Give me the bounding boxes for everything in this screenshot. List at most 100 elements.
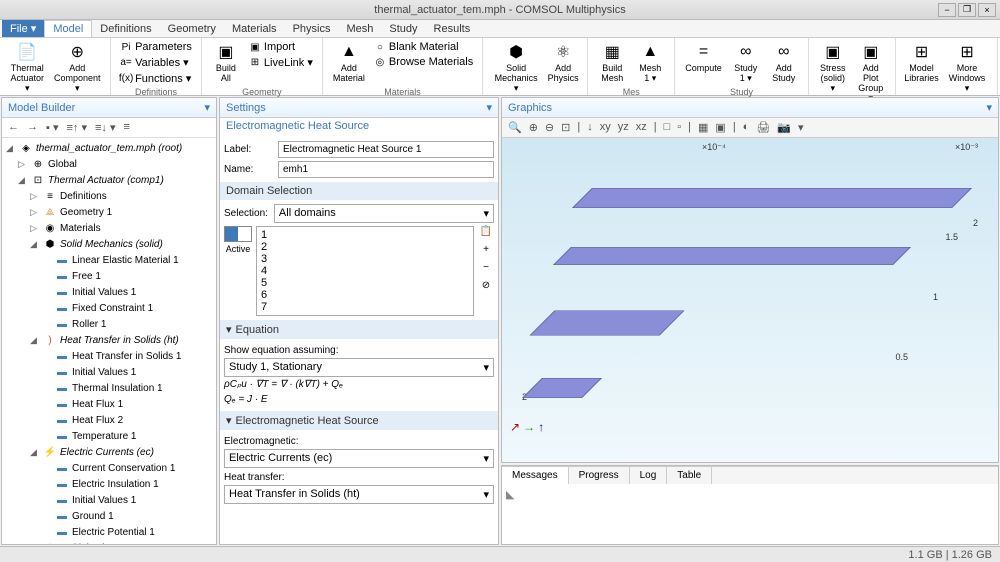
ribbon-compute-button[interactable]: =Compute (681, 40, 726, 76)
paste-icon[interactable]: 📋 (478, 226, 494, 242)
scene-light-icon[interactable]: ◐ (741, 120, 752, 135)
name-input[interactable] (278, 161, 494, 178)
nav-up-icon[interactable]: ▪ ▾ (44, 120, 60, 135)
menu-mesh[interactable]: Mesh (338, 21, 381, 37)
ribbon-add-button[interactable]: ∞AddStudy (766, 40, 802, 86)
ribbon-add-button[interactable]: ⊕AddComponent ▾ (51, 40, 105, 96)
expand-icon[interactable]: ◢ (30, 239, 40, 250)
add-icon[interactable]: + (478, 244, 494, 260)
print-icon[interactable]: 🖨 (754, 120, 772, 135)
domain-item[interactable]: 5 (259, 277, 471, 289)
maximize-button[interactable]: ❐ (958, 3, 976, 17)
ribbon-study-button[interactable]: ∞Study1 ▾ (728, 40, 764, 86)
zoom-in-icon[interactable]: ⊕ (527, 120, 540, 135)
tree-item[interactable]: ▷⊕Global (4, 156, 214, 172)
clipboard-icon[interactable]: ⊘ (478, 280, 494, 296)
tree-item[interactable]: ◢◈thermal_actuator_tem.mph (root) (4, 140, 214, 156)
ribbon-parameters-item[interactable]: PiParameters (117, 40, 195, 54)
active-toggle[interactable] (224, 226, 252, 242)
menu-materials[interactable]: Materials (224, 21, 285, 37)
expand-icon[interactable]: ▷ (30, 207, 40, 218)
tree-item[interactable]: ▬Initial Values 1 (4, 492, 214, 508)
ribbon-build-button[interactable]: ▦BuildMesh (594, 40, 630, 86)
tab-log[interactable]: Log (630, 467, 668, 484)
collapse-icon[interactable]: ≡↓ ▾ (93, 120, 118, 135)
ribbon-mesh-button[interactable]: ▲Mesh1 ▾ (632, 40, 668, 86)
domain-item[interactable]: 3 (259, 253, 471, 265)
wireframe-icon[interactable]: ▣ (713, 120, 727, 135)
label-input[interactable] (278, 141, 494, 158)
em-dropdown[interactable]: Electric Currents (ec)▾ (224, 449, 494, 468)
menu-definitions[interactable]: Definitions (92, 21, 159, 37)
ribbon-add-button[interactable]: ⚛AddPhysics (545, 40, 581, 86)
tree-item[interactable]: ◢⬢Solid Mechanics (solid) (4, 236, 214, 252)
expand-icon[interactable]: ▷ (30, 223, 40, 234)
tree-item[interactable]: ◢⚡Electric Currents (ec) (4, 444, 214, 460)
zoom-icon[interactable]: 🔍 (506, 120, 524, 135)
tree-item[interactable]: ▬Roller 1 (4, 316, 214, 332)
nav-fwd-icon[interactable]: → (25, 120, 40, 135)
messages-content[interactable]: ◣ (502, 484, 998, 532)
tree-item[interactable]: ▬Thermal Insulation 1 (4, 380, 214, 396)
transparency-icon[interactable]: ▦ (696, 120, 710, 135)
tab-progress[interactable]: Progress (569, 467, 630, 484)
ribbon-stress-button[interactable]: ▣Stress(solid) ▾ (815, 40, 851, 96)
view-yz-icon[interactable]: xy (598, 120, 613, 135)
ribbon-livelink-item[interactable]: ⊞LiveLink ▾ (246, 55, 316, 70)
expand-icon[interactable]: ▷ (18, 159, 28, 170)
menu-results[interactable]: Results (426, 21, 479, 37)
eq-assuming-dropdown[interactable]: Study 1, Stationary▾ (224, 358, 494, 377)
domain-selection-header[interactable]: Domain Selection (220, 182, 498, 200)
tree-item[interactable]: ▬Electric Insulation 1 (4, 476, 214, 492)
ribbon-solid-button[interactable]: ⬢SolidMechanics ▾ (489, 40, 543, 96)
menu-physics[interactable]: Physics (285, 21, 339, 37)
zoom-out-icon[interactable]: ⊖ (543, 120, 556, 135)
domain-item[interactable]: 1 (259, 229, 471, 241)
expand-icon[interactable]: ◢ (30, 335, 40, 346)
tree-item[interactable]: ▬Heat Flux 2 (4, 412, 214, 428)
tree-item[interactable]: ▬Heat Transfer in Solids 1 (4, 348, 214, 364)
ribbon-browse-item[interactable]: ◎Browse Materials (371, 55, 476, 69)
tree-item[interactable]: ▬Temperature 1 (4, 428, 214, 444)
view-xz-icon[interactable]: yz (616, 120, 631, 135)
tree-item[interactable]: ◢⚛Multiphysics (4, 540, 214, 544)
nav-back-icon[interactable]: ← (6, 120, 21, 135)
domain-item[interactable]: 6 (259, 289, 471, 301)
domain-item[interactable]: 7 (259, 301, 471, 313)
tab-messages[interactable]: Messages (502, 467, 569, 484)
domain-list[interactable]: 1234567 (256, 226, 474, 316)
menu-file[interactable]: File ▾ (2, 20, 44, 37)
emhs-header[interactable]: ▾ Electromagnetic Heat Source (220, 411, 498, 430)
tree-item[interactable]: ▬Initial Values 1 (4, 364, 214, 380)
ribbon-model-button[interactable]: ⊞ModelLibraries (902, 40, 941, 86)
ribbon-variables-item[interactable]: a=Variables ▾ (117, 55, 195, 70)
expand-icon[interactable]: ≡↑ ▾ (64, 120, 89, 135)
menu-geometry[interactable]: Geometry (160, 21, 224, 37)
ribbon-build-button[interactable]: ▣BuildAll (208, 40, 244, 86)
ribbon-import-item[interactable]: ▣Import (246, 40, 316, 54)
tree-item[interactable]: ▬Linear Elastic Material 1 (4, 252, 214, 268)
panel-menu-icon[interactable]: ▾ (204, 101, 210, 114)
domain-item[interactable]: 4 (259, 265, 471, 277)
graphics-canvas[interactable]: ×10⁻⁴ ×10⁻³ 0.5 1 1.5 2 2 ↗ → ↑ (502, 138, 998, 462)
equation-header[interactable]: ▾ Equation (220, 320, 498, 339)
expand-icon[interactable]: ◢ (30, 447, 40, 458)
model-tree[interactable]: ◢◈thermal_actuator_tem.mph (root)▷⊕Globa… (2, 138, 216, 544)
menu-study[interactable]: Study (381, 21, 425, 37)
tree-item[interactable]: ▬Free 1 (4, 268, 214, 284)
expand-icon[interactable]: ◢ (6, 143, 16, 154)
zoom-extents-icon[interactable]: ⊡ (559, 120, 572, 135)
ribbon-thermal-button[interactable]: 📄ThermalActuator ▾ (6, 40, 49, 96)
tree-item[interactable]: ▬Initial Values 1 (4, 284, 214, 300)
snapshot-icon[interactable]: 📷 (775, 120, 793, 135)
view-xy-icon[interactable]: ↓ (585, 120, 595, 135)
view-3d-icon[interactable]: xz (634, 120, 649, 135)
tree-item[interactable]: ▬Electric Potential 1 (4, 524, 214, 540)
ribbon-add-button[interactable]: ▲AddMaterial (329, 40, 369, 86)
show-icon[interactable]: ≡ (121, 120, 131, 135)
tree-item[interactable]: ▬Fixed Constraint 1 (4, 300, 214, 316)
menu-model[interactable]: Model (44, 20, 92, 37)
tree-item[interactable]: ▷◉Materials (4, 220, 214, 236)
save-image-icon[interactable]: ▾ (796, 120, 806, 135)
ribbon-functions-item[interactable]: f(x)Functions ▾ (117, 71, 195, 86)
